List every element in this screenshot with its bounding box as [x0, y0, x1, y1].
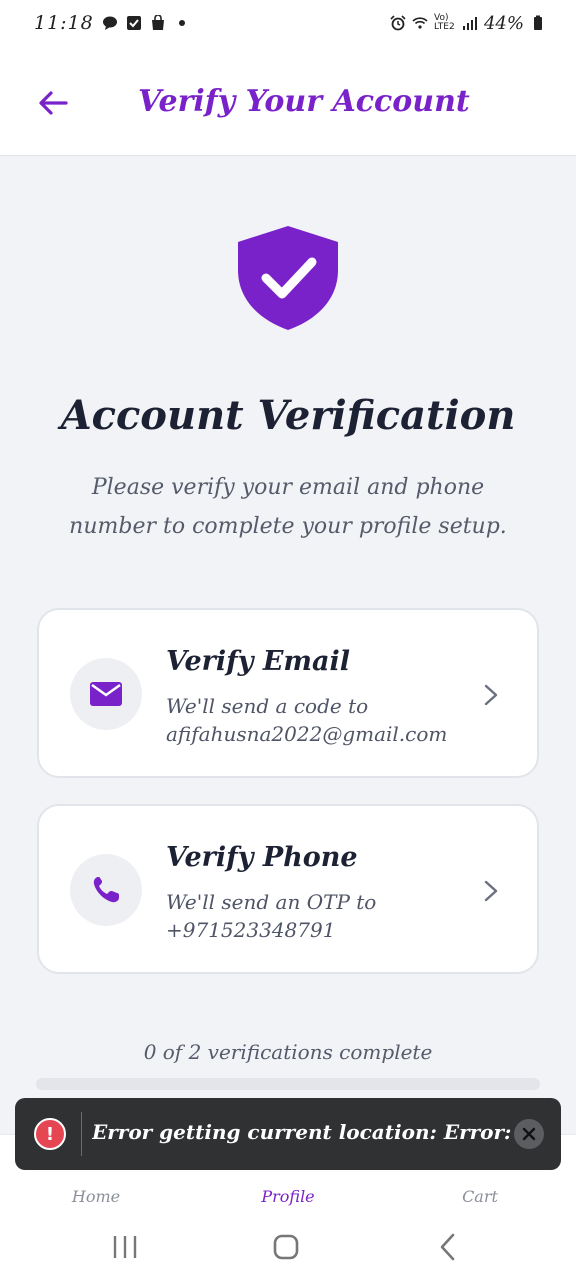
shopping-bag-icon: [151, 15, 164, 30]
verify-email-card[interactable]: Verify Email We'll send a code to afifah…: [37, 608, 539, 778]
signal-icon: [462, 17, 477, 30]
checkbox-icon: [126, 16, 141, 30]
network-type: Vo) LTE2: [433, 13, 455, 32]
nav-label-cart: Cart: [462, 1187, 498, 1206]
chevron-right-icon: [484, 684, 498, 706]
verify-phone-number: +971523348791: [166, 918, 336, 942]
status-time: 11:18: [34, 12, 94, 34]
phone-icon-circle: [70, 854, 142, 926]
verify-email-title: Verify Email: [166, 646, 350, 677]
nav-label-profile: Profile: [261, 1187, 315, 1206]
status-right: Vo) LTE2 44%: [390, 13, 546, 34]
system-nav-bar: [0, 1216, 576, 1280]
shield-check-icon: [238, 226, 338, 330]
verify-email-line1: We'll send a code to: [166, 694, 369, 718]
main-heading: Account Verification: [60, 392, 516, 439]
phone-icon: [93, 877, 119, 903]
battery-icon: [534, 15, 542, 30]
status-bar: 11:18 Vo) LTE2 44%: [0, 0, 576, 46]
battery-percent: 44%: [483, 12, 524, 34]
verify-email-description: We'll send a code to afifahusna2022@gmai…: [166, 692, 486, 748]
toast-divider: [81, 1112, 82, 1156]
nav-label-home: Home: [71, 1187, 121, 1206]
verify-phone-title: Verify Phone: [166, 842, 358, 873]
progress-bar: [36, 1078, 540, 1090]
status-left: 11:18: [34, 12, 190, 34]
error-toast: ! Error getting current location: Error:…: [15, 1098, 561, 1170]
progress-label: 0 of 2 verifications complete: [143, 1040, 433, 1064]
recent-apps-icon[interactable]: [105, 1230, 145, 1264]
wifi-icon: [412, 17, 428, 29]
page-title: Verify Your Account: [138, 84, 470, 119]
system-back-icon[interactable]: [428, 1230, 468, 1264]
dot-icon: [178, 20, 185, 26]
back-arrow-icon[interactable]: [36, 88, 70, 118]
email-icon-circle: [70, 658, 142, 730]
toast-close-button[interactable]: [514, 1119, 544, 1149]
mail-icon: [90, 682, 122, 706]
verify-phone-line1: We'll send an OTP to: [166, 890, 377, 914]
app-header: Verify Your Account: [0, 46, 576, 156]
alarm-icon: [390, 15, 406, 31]
close-icon: [522, 1127, 536, 1141]
chat-bubble-icon: [102, 16, 117, 30]
error-icon: !: [34, 1118, 66, 1150]
verify-email-address: afifahusna2022@gmail.com: [166, 722, 448, 746]
main-description: Please verify your email and phone numbe…: [69, 475, 507, 539]
home-button-icon[interactable]: [266, 1230, 306, 1264]
toast-message: Error getting current location: Error: .…: [92, 1120, 512, 1144]
chevron-right-icon: [484, 880, 498, 902]
verify-phone-description: We'll send an OTP to +971523348791: [166, 888, 486, 944]
verify-phone-card[interactable]: Verify Phone We'll send an OTP to +97152…: [37, 804, 539, 974]
